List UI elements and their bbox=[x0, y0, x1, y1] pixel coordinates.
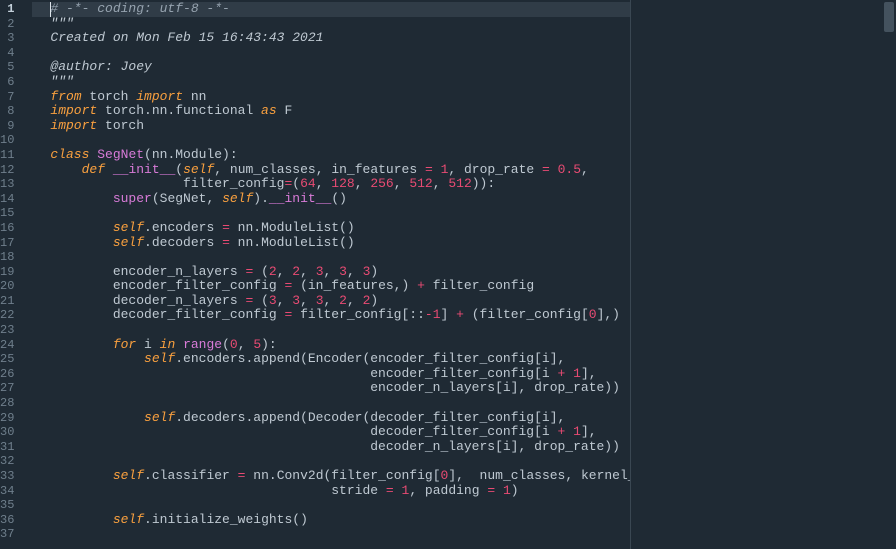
code-line[interactable]: encoder_n_layers[i], drop_rate)) bbox=[50, 381, 705, 396]
line-number-gutter: 1234567891011121314151617181920212223242… bbox=[0, 0, 32, 549]
line-number: 3 bbox=[0, 31, 14, 46]
text-cursor bbox=[50, 2, 51, 17]
code-line[interactable]: for i in range(0, 5): bbox=[50, 338, 705, 353]
line-number: 9 bbox=[0, 119, 14, 134]
line-number: 4 bbox=[0, 46, 14, 61]
code-line[interactable]: @author: Joey bbox=[50, 60, 705, 75]
code-line[interactable]: def __init__(self, num_classes, in_featu… bbox=[50, 163, 705, 178]
line-number: 16 bbox=[0, 221, 14, 236]
code-line[interactable]: import torch.nn.functional as F bbox=[50, 104, 705, 119]
code-editor[interactable]: 1234567891011121314151617181920212223242… bbox=[0, 0, 630, 549]
code-line[interactable]: import torch bbox=[50, 119, 705, 134]
code-line[interactable] bbox=[50, 133, 705, 148]
line-number: 35 bbox=[0, 498, 14, 513]
line-number: 37 bbox=[0, 527, 14, 542]
line-number: 19 bbox=[0, 265, 14, 280]
code-line[interactable]: from torch import nn bbox=[50, 90, 705, 105]
code-line[interactable] bbox=[50, 498, 705, 513]
line-number: 12 bbox=[0, 163, 14, 178]
line-number: 7 bbox=[0, 90, 14, 105]
code-line[interactable]: encoder_filter_config[i + 1], bbox=[50, 367, 705, 382]
code-line[interactable] bbox=[50, 46, 705, 61]
code-line[interactable]: """ bbox=[50, 75, 705, 90]
line-number: 15 bbox=[0, 206, 14, 221]
code-area[interactable]: # -*- coding: utf-8 -*-"""Created on Mon… bbox=[32, 0, 705, 549]
line-number: 22 bbox=[0, 308, 14, 323]
line-number: 13 bbox=[0, 177, 14, 192]
code-line[interactable]: self.encoders = nn.ModuleList() bbox=[50, 221, 705, 236]
code-line[interactable] bbox=[50, 323, 705, 338]
code-line[interactable]: self.decoders.append(Decoder(decoder_fil… bbox=[50, 411, 705, 426]
line-number: 29 bbox=[0, 411, 14, 426]
line-number: 27 bbox=[0, 381, 14, 396]
code-line[interactable]: decoder_n_layers[i], drop_rate)) bbox=[50, 440, 705, 455]
line-number: 30 bbox=[0, 425, 14, 440]
code-line[interactable]: class SegNet(nn.Module): bbox=[50, 148, 705, 163]
code-line[interactable]: encoder_filter_config = (in_features,) +… bbox=[50, 279, 705, 294]
code-line[interactable]: filter_config=(64, 128, 256, 512, 512)): bbox=[50, 177, 705, 192]
line-number: 5 bbox=[0, 60, 14, 75]
line-number: 26 bbox=[0, 367, 14, 382]
code-line[interactable]: self.initialize_weights() bbox=[50, 513, 705, 528]
code-line[interactable]: self.encoders.append(Encoder(encoder_fil… bbox=[50, 352, 705, 367]
code-line[interactable] bbox=[50, 454, 705, 469]
code-line[interactable]: encoder_n_layers = (2, 2, 3, 3, 3) bbox=[50, 265, 705, 280]
code-line[interactable] bbox=[50, 396, 705, 411]
line-number: 21 bbox=[0, 294, 14, 309]
line-number: 33 bbox=[0, 469, 14, 484]
code-line[interactable] bbox=[50, 527, 705, 542]
code-line[interactable]: decoder_filter_config = filter_config[::… bbox=[50, 308, 705, 323]
line-number: 36 bbox=[0, 513, 14, 528]
right-side-panel bbox=[630, 0, 896, 549]
code-line[interactable]: decoder_n_layers = (3, 3, 3, 2, 2) bbox=[50, 294, 705, 309]
code-line[interactable]: stride = 1, padding = 1) bbox=[50, 484, 705, 499]
line-number: 14 bbox=[0, 192, 14, 207]
code-line[interactable]: decoder_filter_config[i + 1], bbox=[50, 425, 705, 440]
line-number: 20 bbox=[0, 279, 14, 294]
code-line[interactable]: super(SegNet, self).__init__() bbox=[50, 192, 705, 207]
line-number: 8 bbox=[0, 104, 14, 119]
line-number: 1 bbox=[0, 2, 14, 17]
line-number: 17 bbox=[0, 236, 14, 251]
line-number: 31 bbox=[0, 440, 14, 455]
code-line[interactable] bbox=[50, 206, 705, 221]
line-number: 24 bbox=[0, 338, 14, 353]
line-number: 2 bbox=[0, 17, 14, 32]
code-line[interactable]: # -*- coding: utf-8 -*- bbox=[32, 2, 705, 17]
scrollbar-thumb[interactable] bbox=[884, 2, 894, 32]
line-number: 32 bbox=[0, 454, 14, 469]
line-number: 34 bbox=[0, 484, 14, 499]
line-number: 25 bbox=[0, 352, 14, 367]
line-number: 28 bbox=[0, 396, 14, 411]
code-line[interactable]: """ bbox=[50, 17, 705, 32]
line-number: 18 bbox=[0, 250, 14, 265]
line-number: 10 bbox=[0, 133, 14, 148]
line-number: 23 bbox=[0, 323, 14, 338]
code-line[interactable]: self.decoders = nn.ModuleList() bbox=[50, 236, 705, 251]
code-line[interactable]: self.classifier = nn.Conv2d(filter_confi… bbox=[50, 469, 705, 484]
code-line[interactable]: Created on Mon Feb 15 16:43:43 2021 bbox=[50, 31, 705, 46]
line-number: 6 bbox=[0, 75, 14, 90]
line-number: 11 bbox=[0, 148, 14, 163]
code-line[interactable] bbox=[50, 250, 705, 265]
